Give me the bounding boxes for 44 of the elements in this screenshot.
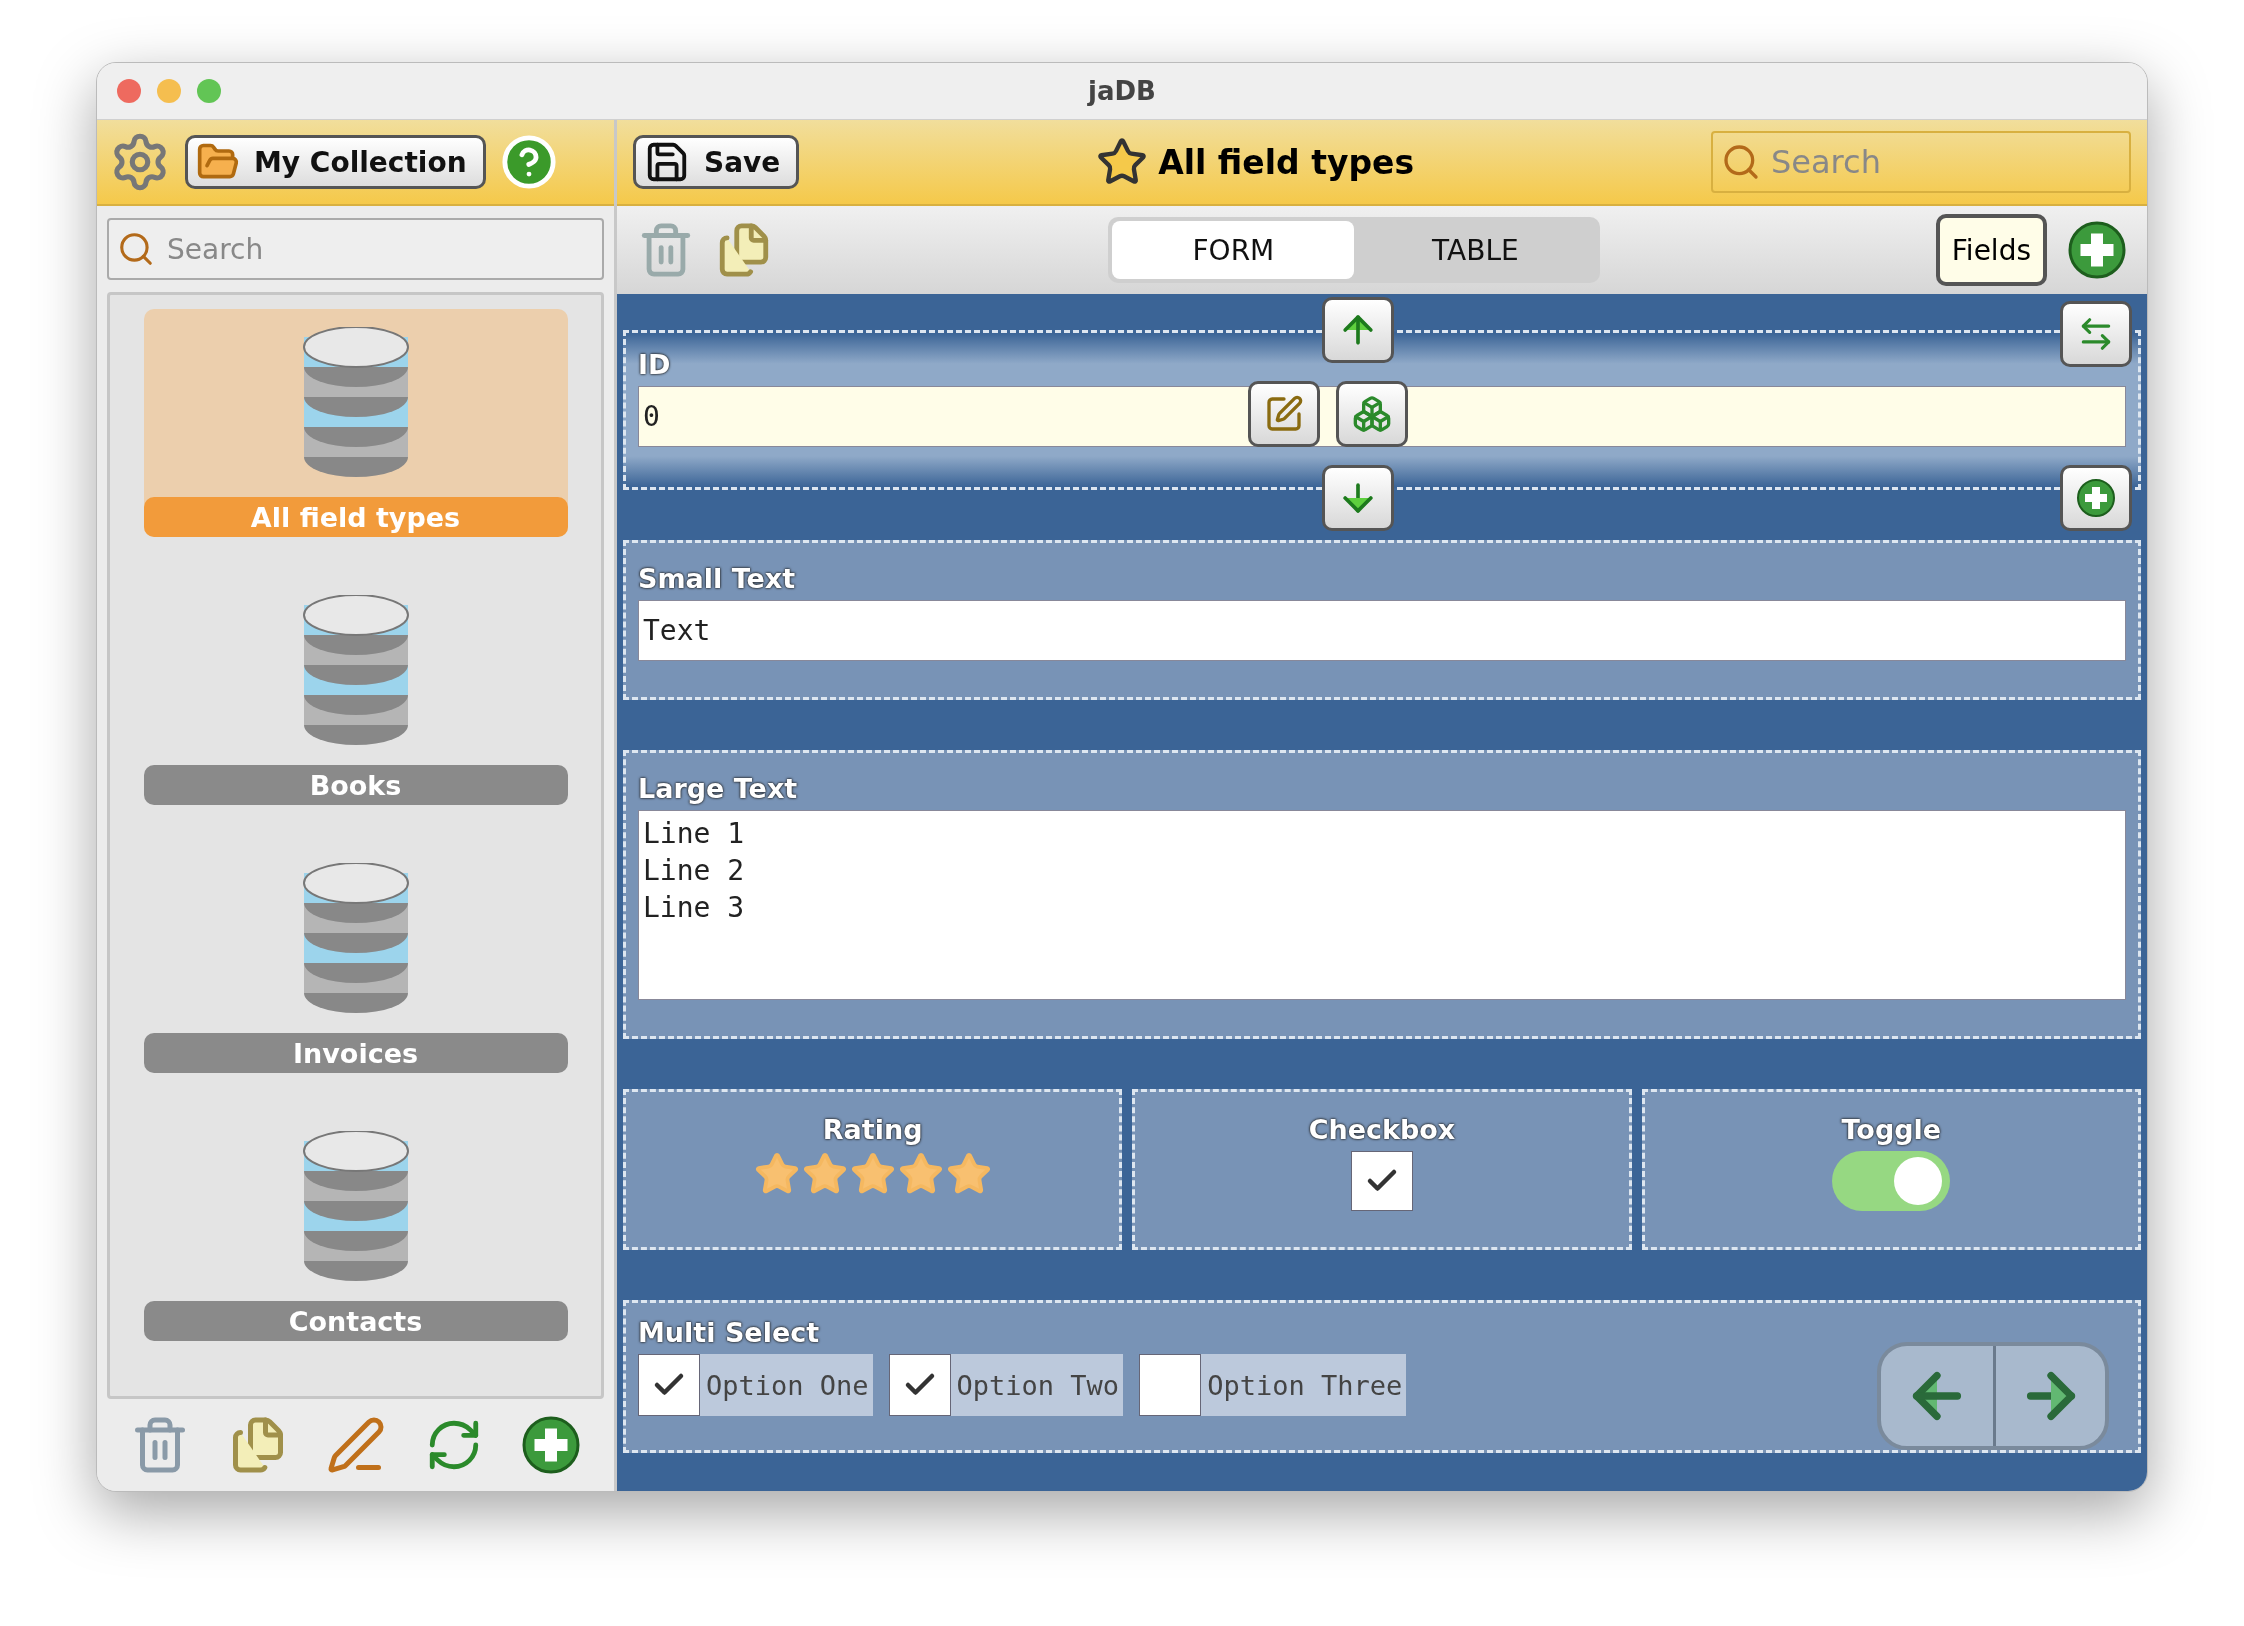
collection-title: All field types xyxy=(1158,142,1415,182)
checkbox[interactable] xyxy=(1351,1151,1413,1211)
view-tab[interactable]: FORM xyxy=(1112,221,1355,279)
collection-label: All field types xyxy=(143,497,568,537)
option-checkbox[interactable] xyxy=(638,1354,700,1416)
toggle-switch[interactable] xyxy=(1832,1151,1951,1211)
field-label: Toggle xyxy=(1841,1114,1942,1145)
field-label: ID xyxy=(638,349,672,380)
add-icon[interactable] xyxy=(2076,478,2116,518)
window-title: jaDB xyxy=(1088,76,1156,106)
collection-button[interactable]: My Collection xyxy=(185,135,486,189)
search-icon xyxy=(117,230,155,268)
field-label: Multi Select xyxy=(638,1317,821,1348)
field-label: Large Text xyxy=(638,773,799,804)
collection-label: Invoices xyxy=(143,1033,568,1073)
collection-label: Books xyxy=(143,765,568,805)
field-label: Small Text xyxy=(638,563,797,594)
edit-button[interactable] xyxy=(1248,381,1320,447)
search-field[interactable]: Search xyxy=(107,218,604,280)
resize-button[interactable] xyxy=(2060,301,2132,367)
option-checkbox[interactable] xyxy=(888,1354,951,1416)
boxes-icon xyxy=(1352,394,1392,434)
move-up-button[interactable] xyxy=(1322,297,1394,363)
search-icon xyxy=(1721,142,1761,182)
save-button[interactable]: Save xyxy=(633,135,800,189)
zoom-button[interactable] xyxy=(197,79,221,103)
move-button[interactable] xyxy=(1336,381,1408,447)
add-icon[interactable] xyxy=(520,1415,581,1475)
text-field[interactable]: Text xyxy=(638,600,2126,661)
close-button[interactable] xyxy=(117,79,141,103)
pencil-icon xyxy=(1264,394,1304,434)
move-down-button[interactable] xyxy=(1322,465,1394,531)
search-field[interactable]: Search xyxy=(1711,131,2131,193)
fields-button[interactable]: Fields xyxy=(1935,214,2047,286)
view-tab[interactable]: TABLE xyxy=(1354,221,1597,279)
field-label: Rating xyxy=(822,1114,923,1145)
text-area[interactable]: Line 1 Line 2 Line 3 xyxy=(638,810,2126,1000)
help-icon[interactable] xyxy=(499,133,558,191)
add-icon[interactable] xyxy=(2067,220,2127,280)
option-checkbox[interactable] xyxy=(1139,1354,1202,1416)
id-field[interactable]: 0 xyxy=(638,386,2126,447)
add-field-button[interactable] xyxy=(2060,465,2132,531)
collection-label: Contacts xyxy=(143,1301,568,1341)
field-label: Checkbox xyxy=(1308,1114,1456,1145)
